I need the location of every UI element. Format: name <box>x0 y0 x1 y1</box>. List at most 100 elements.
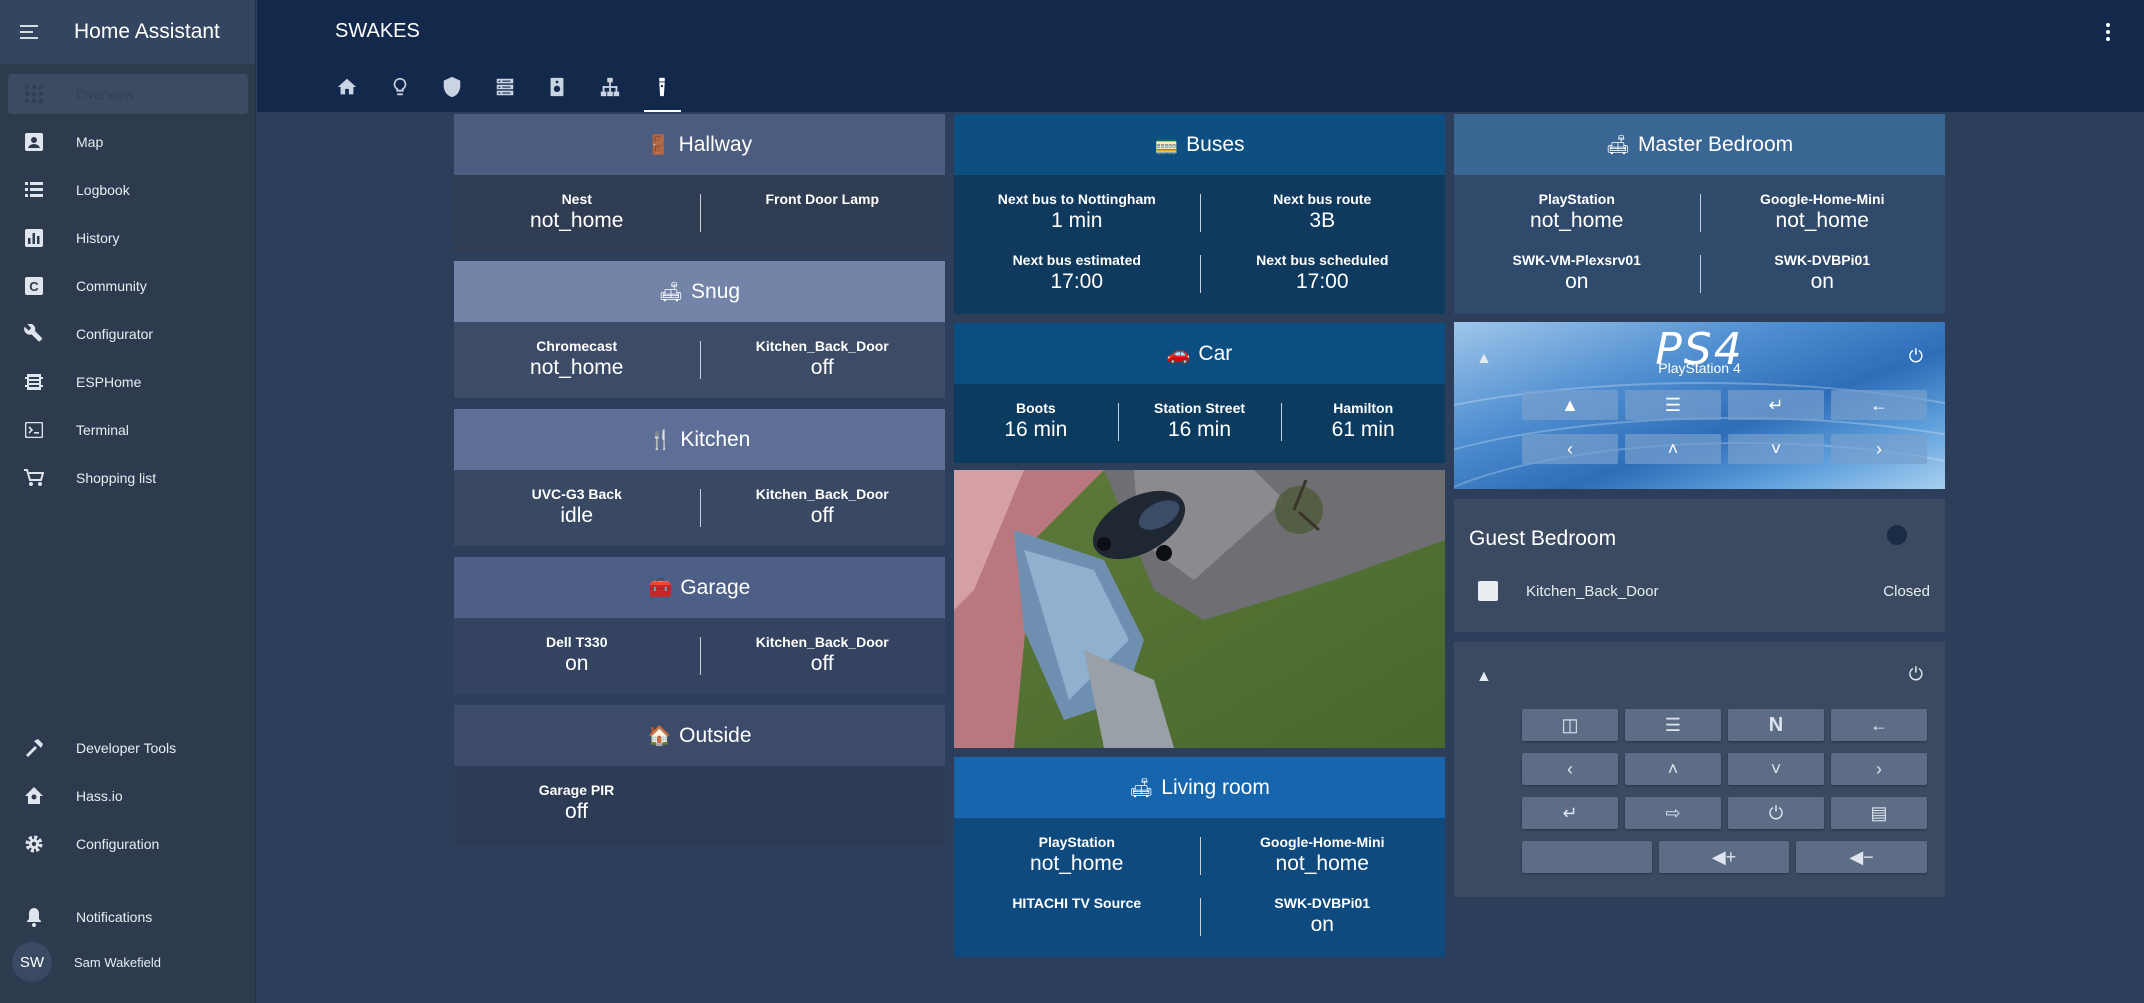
left-button[interactable]: ‹ <box>1522 434 1618 464</box>
volume-up-button[interactable]: ◀+ <box>1659 841 1789 873</box>
ps-button[interactable]: ▲ <box>1522 390 1618 420</box>
entity-state: 3B <box>1309 209 1336 232</box>
entity-chromecast[interactable]: Chromecast not_home <box>454 337 700 381</box>
tab-lights[interactable] <box>374 66 427 112</box>
entity-hitachi-tv-source[interactable]: HITACHI TV Source <box>954 894 1200 938</box>
back-button[interactable]: ← <box>1831 390 1927 420</box>
entity-kitchen-back-door[interactable]: Kitchen_Back_Door off <box>699 633 946 677</box>
card-title: Kitchen <box>680 427 751 451</box>
tab-media[interactable] <box>531 66 584 112</box>
entity-name: Next bus estimated <box>1012 252 1141 268</box>
entity-google-home-mini[interactable]: Google-Home-Mini not_home <box>1699 190 1946 234</box>
sidebar-user[interactable]: SW Sam Wakefield <box>8 941 248 983</box>
right-button[interactable]: › <box>1831 434 1927 464</box>
input-button[interactable]: ⇨ <box>1625 797 1721 829</box>
entity-playstation[interactable]: PlayStation not_home <box>954 833 1200 877</box>
entity-swk-dvbpi01[interactable]: SWK-DVBPi01 on <box>1199 894 1446 938</box>
down-button[interactable]: ˅ <box>1728 753 1824 785</box>
volume-down-button[interactable]: ◀− <box>1796 841 1927 873</box>
guest-bedroom-toggle[interactable] <box>1887 525 1925 545</box>
blank-button[interactable] <box>1522 841 1652 873</box>
power-icon[interactable]: ⏻ <box>1909 346 1923 367</box>
entity-google-home-mini[interactable]: Google-Home-Mini not_home <box>1199 833 1446 877</box>
right-button[interactable]: › <box>1831 753 1927 785</box>
entity-nest[interactable]: Nest not_home <box>454 190 700 234</box>
tv-remote-card: ▲ ⏻ ◫ ☰ N ← ‹ ˄ ˅ › ↵ ⇨ ⏻ ▤ ◀+ ◀− <box>1454 642 1945 897</box>
sidebar-item-notifications[interactable]: Notifications <box>8 897 248 937</box>
tab-home[interactable] <box>321 66 374 112</box>
entity-dell-t330[interactable]: Dell T330 on <box>454 633 700 677</box>
entity-name: UVC-G3 Back <box>531 486 622 502</box>
remote-icon <box>659 77 665 97</box>
sidebar-item-configuration[interactable]: Configuration <box>8 824 248 864</box>
tab-security[interactable] <box>426 66 479 112</box>
entity-name: Kitchen_Back_Door <box>755 338 889 354</box>
sidebar-item-esphome[interactable]: ESPHome <box>8 362 248 402</box>
card-emoji: 🚗 <box>1166 343 1191 365</box>
sidebar-item-history[interactable]: History <box>8 218 248 258</box>
down-button[interactable]: ˅ <box>1728 434 1824 464</box>
tab-network[interactable] <box>584 66 637 112</box>
home-assistant-icon <box>22 784 46 808</box>
entity-front-door-lamp[interactable]: Front Door Lamp <box>699 190 946 234</box>
more-options-icon[interactable] <box>2098 20 2118 44</box>
power-button[interactable]: ⏻ <box>1728 797 1824 829</box>
sidebar-item-community[interactable]: C Community <box>8 266 248 306</box>
entity-state: 17:00 <box>1295 270 1349 293</box>
enter-button[interactable]: ↵ <box>1728 390 1824 420</box>
entity-kitchen-back-door[interactable]: Kitchen_Back_Door off <box>699 337 946 381</box>
subtitles-icon: ▤ <box>1870 802 1888 823</box>
sidebar-item-developer-tools[interactable]: Developer Tools <box>8 728 248 768</box>
guest-bedroom-card: Guest Bedroom Kitchen_Back_Door Closed <box>1454 499 1945 632</box>
entity-next-bus-nottingham[interactable]: Next bus to Nottingham 1 min <box>954 190 1200 234</box>
entity-state: 1 min <box>1051 209 1103 232</box>
options-button[interactable]: ☰ <box>1625 390 1721 420</box>
sidebar-item-shopping-list[interactable]: Shopping list <box>8 458 248 498</box>
sidebar-item-terminal[interactable]: Terminal <box>8 410 248 450</box>
chevron-right-icon: › <box>1876 758 1882 779</box>
left-button[interactable]: ‹ <box>1522 753 1618 785</box>
entity-garage-pir[interactable]: Garage PIR off <box>454 781 699 825</box>
enter-button[interactable]: ↵ <box>1522 797 1618 829</box>
card-emoji: 🚃 <box>1154 134 1179 156</box>
entity-swk-dvbpi01[interactable]: SWK-DVBPi01 on <box>1699 251 1946 295</box>
entity-uvc-g3-back[interactable]: UVC-G3 Back idle <box>454 485 700 529</box>
entity-station-street[interactable]: Station Street 16 min <box>1117 399 1282 443</box>
up-button[interactable]: ˄ <box>1625 434 1721 464</box>
card-header: 🛋 Snug <box>454 261 945 322</box>
entity-playstation[interactable]: PlayStation not_home <box>1454 190 1700 234</box>
entity-name: Next bus route <box>1273 191 1372 207</box>
sidebar-item-label: Logbook <box>76 182 130 198</box>
enter-icon: ↵ <box>1768 394 1784 415</box>
subtitles-button[interactable]: ▤ <box>1831 797 1927 829</box>
menu-button[interactable]: ☰ <box>1625 709 1721 741</box>
entity-next-bus-estimated[interactable]: Next bus estimated 17:00 <box>954 251 1200 295</box>
sidebar-item-overview[interactable]: Overview <box>8 74 248 114</box>
entity-next-bus-route[interactable]: Next bus route 3B <box>1199 190 1446 234</box>
sidebar-item-configurator[interactable]: Configurator <box>8 314 248 354</box>
sidebar-item-map[interactable]: Map <box>8 122 248 162</box>
sidebar-item-logbook[interactable]: Logbook <box>8 170 248 210</box>
sidebar-item-hassio[interactable]: Hass.io <box>8 776 248 816</box>
entity-hamilton[interactable]: Hamilton 61 min <box>1281 399 1445 443</box>
menu-icon[interactable] <box>20 20 44 44</box>
up-button[interactable]: ˄ <box>1625 753 1721 785</box>
back-button[interactable]: ← <box>1831 709 1927 741</box>
netflix-button[interactable]: N <box>1728 709 1824 741</box>
entity-name: Google-Home-Mini <box>1260 834 1385 850</box>
chevron-right-icon: › <box>1876 438 1882 459</box>
entity-next-bus-scheduled[interactable]: Next bus scheduled 17:00 <box>1199 251 1446 295</box>
tab-servers[interactable] <box>479 66 532 112</box>
entity-swk-vm-plexsrv01[interactable]: SWK-VM-Plexsrv01 on <box>1454 251 1700 295</box>
tab-remote[interactable] <box>636 66 689 112</box>
entity-state: not_home <box>1275 852 1369 875</box>
power-icon[interactable]: ⏻ <box>1909 664 1923 685</box>
card-title: Buses <box>1186 132 1245 156</box>
glance-row: Boots 16 min Station Street 16 min Hamilto… <box>954 399 1445 443</box>
entity-kitchen-back-door[interactable]: Kitchen_Back_Door off <box>699 485 946 529</box>
console-icon <box>22 418 46 442</box>
camera-feed-image[interactable] <box>954 470 1445 748</box>
entity-boots[interactable]: Boots 16 min <box>954 399 1118 443</box>
source-button[interactable]: ◫ <box>1522 709 1618 741</box>
entity-row[interactable]: Kitchen_Back_Door Closed <box>1478 579 1930 603</box>
